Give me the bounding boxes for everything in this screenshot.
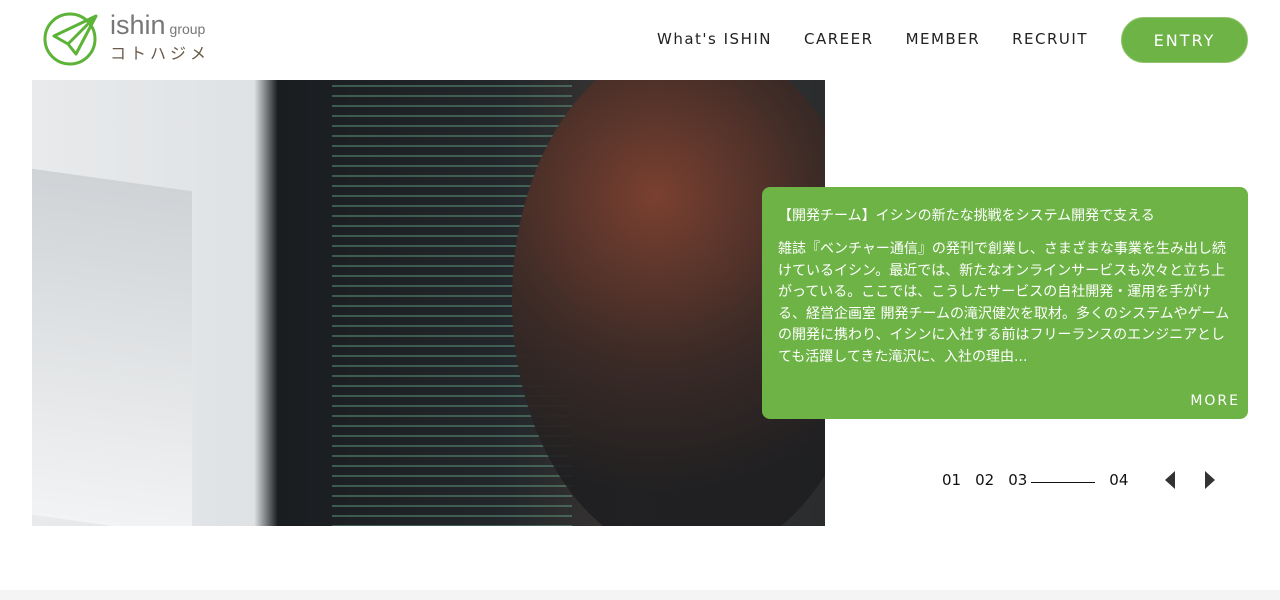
page-04[interactable]: 04 <box>1109 471 1128 489</box>
logo-group: group <box>169 21 206 37</box>
hero-photo <box>32 80 825 526</box>
nav-career[interactable]: CAREER <box>804 30 874 48</box>
paper-plane-logo-icon <box>43 12 98 66</box>
page-02[interactable]: 02 <box>975 471 994 489</box>
more-link[interactable]: MORE <box>1190 393 1240 409</box>
footer-band <box>0 590 1280 600</box>
nav-recruit[interactable]: RECRUIT <box>1012 30 1088 48</box>
logo-kana: コトハジメ <box>110 44 211 63</box>
logo[interactable]: ishin group コトハジメ <box>42 10 222 68</box>
next-arrow-icon[interactable] <box>1205 471 1215 489</box>
header: ishin group コトハジメ What's ISHIN CAREER MEM… <box>0 0 1280 80</box>
nav-member[interactable]: MEMBER <box>906 30 981 48</box>
logo-word: ishin <box>110 10 166 40</box>
article-card[interactable]: 【開発チーム】イシンの新たな挑戦をシステム開発で支える 雑誌『ベンチャー通信』の… <box>762 187 1248 419</box>
page-03[interactable]: 03 <box>1008 471 1027 489</box>
main-nav: What's ISHIN CAREER MEMBER RECRUIT <box>657 30 1088 48</box>
slide-pager: 01 02 03 04 <box>942 471 1142 489</box>
article-title: 【開発チーム】イシンの新たな挑戦をシステム開発で支える <box>778 208 1155 224</box>
entry-button[interactable]: ENTRY <box>1121 17 1248 63</box>
progress-line <box>1031 481 1096 483</box>
page-01[interactable]: 01 <box>942 471 961 489</box>
nav-whats-ishin[interactable]: What's ISHIN <box>657 30 772 48</box>
article-excerpt: 雑誌『ベンチャー通信』の発刊で創業し、さまざまな事業を生み出し続けているイシン。… <box>778 241 1230 365</box>
prev-arrow-icon[interactable] <box>1165 471 1175 489</box>
